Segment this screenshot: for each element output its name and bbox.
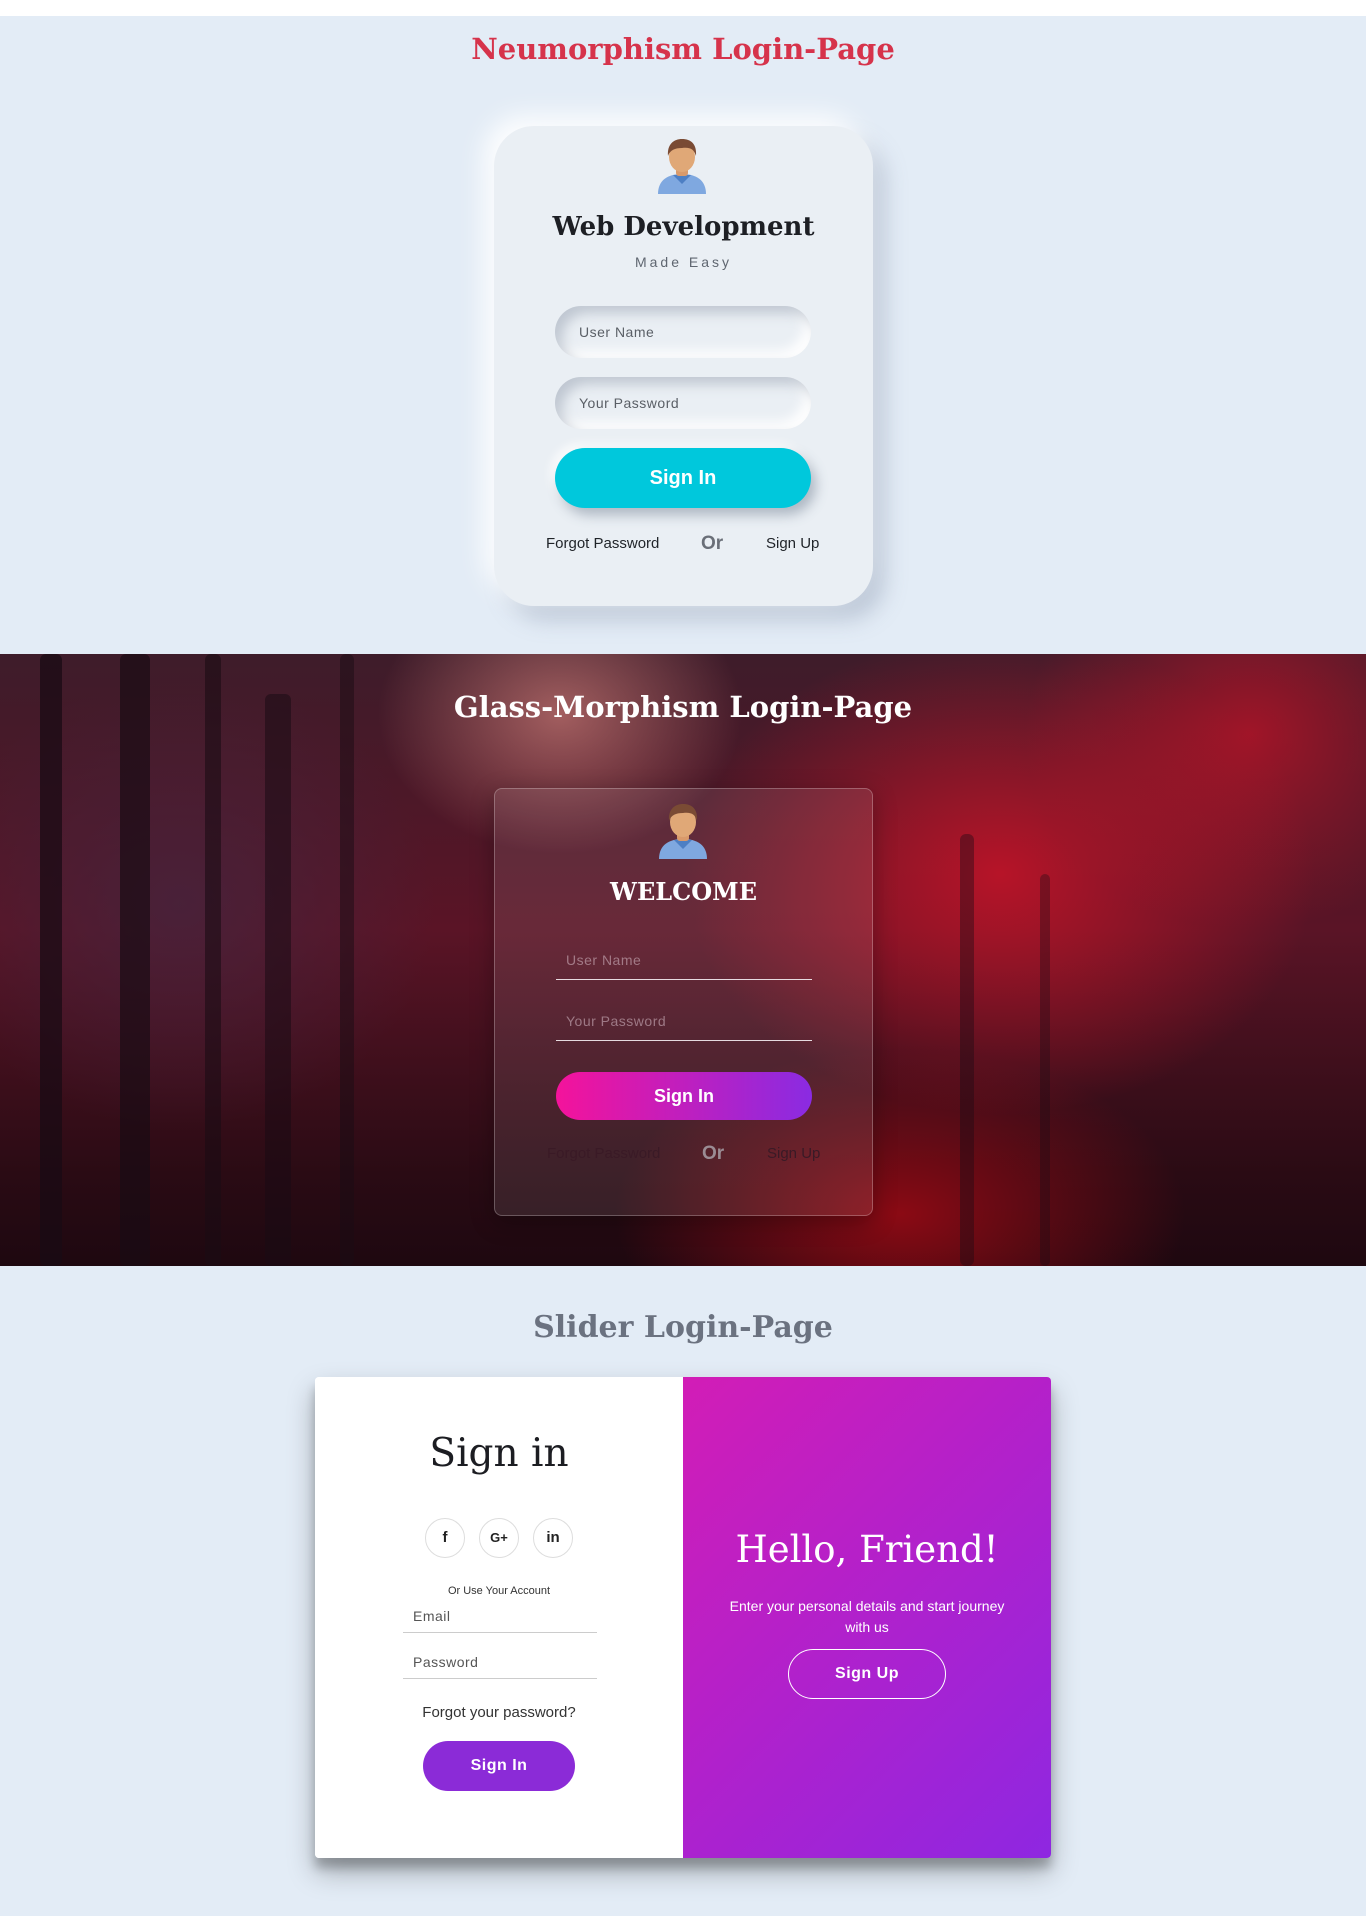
glassmorphism-title: Glass-Morphism Login-Page — [453, 690, 913, 724]
neumorphism-password-input[interactable]: Your Password — [555, 377, 811, 429]
neumorphism-title: Neumorphism Login-Page — [471, 32, 895, 66]
neumorphism-signup-link[interactable]: Sign Up — [766, 535, 819, 552]
google-plus-icon[interactable]: G+ — [479, 1518, 519, 1558]
overlay-heading: Hello, Friend! — [735, 1528, 999, 1571]
signin-heading: Sign in — [429, 1431, 569, 1476]
neumorphism-subheading: Made Easy — [634, 254, 733, 270]
glassmorphism-section: Glass-Morphism Login-Page WELCOME User N… — [0, 654, 1366, 1266]
glassmorphism-links: Forgot Password Or Sign Up — [495, 1141, 872, 1171]
overlay-text: Enter your personal details and start jo… — [729, 1598, 1005, 1635]
signin-button[interactable]: Sign In — [423, 1741, 575, 1791]
email-input[interactable]: Email — [403, 1599, 597, 1633]
slider-title: Slider Login-Page — [533, 1310, 833, 1345]
signup-button[interactable]: Sign Up — [788, 1649, 946, 1699]
signin-panel: Sign in f G+ in Or Use Your Account Emai… — [315, 1377, 683, 1858]
glassmorphism-forgot-password-link[interactable]: Forgot Password — [547, 1145, 660, 1162]
neumorphism-forgot-password-link[interactable]: Forgot Password — [546, 535, 659, 552]
glassmorphism-signin-button[interactable]: Sign In — [556, 1072, 812, 1120]
neumorphism-heading: Web Development — [552, 212, 815, 242]
password-input[interactable]: Password — [403, 1645, 597, 1679]
forgot-password-link[interactable]: Forgot your password? — [315, 1704, 683, 1721]
neumorphism-signin-button[interactable]: Sign In — [555, 448, 811, 508]
glassmorphism-username-input[interactable]: User Name — [556, 940, 812, 980]
signup-overlay-panel: Hello, Friend! Enter your personal detai… — [683, 1377, 1051, 1858]
glassmorphism-login-card: WELCOME User Name Your Password Sign In … — [494, 788, 873, 1216]
neumorphism-links: Forgot Password Or Sign Up — [494, 531, 873, 561]
glassmorphism-signup-link[interactable]: Sign Up — [767, 1145, 820, 1162]
linkedin-icon[interactable]: in — [533, 1518, 573, 1558]
neumorphism-username-input[interactable]: User Name — [555, 306, 811, 358]
neumorphism-section: Neumorphism Login-Page Web Development M… — [0, 16, 1366, 654]
neumorphism-or-separator: Or — [701, 533, 724, 554]
user-avatar-icon — [659, 804, 707, 859]
slider-login-container: Sign in f G+ in Or Use Your Account Emai… — [315, 1377, 1051, 1858]
use-account-text: Or Use Your Account — [447, 1585, 551, 1597]
neumorphism-login-card: Web Development Made Easy User Name Your… — [494, 126, 873, 606]
user-avatar-icon — [658, 139, 706, 194]
glassmorphism-heading: WELCOME — [610, 877, 757, 906]
glassmorphism-password-input[interactable]: Your Password — [556, 1001, 812, 1041]
facebook-icon[interactable]: f — [425, 1518, 465, 1558]
slider-section: Slider Login-Page Sign in f G+ in Or Use… — [0, 1266, 1366, 1916]
glassmorphism-or-separator: Or — [702, 1143, 725, 1164]
